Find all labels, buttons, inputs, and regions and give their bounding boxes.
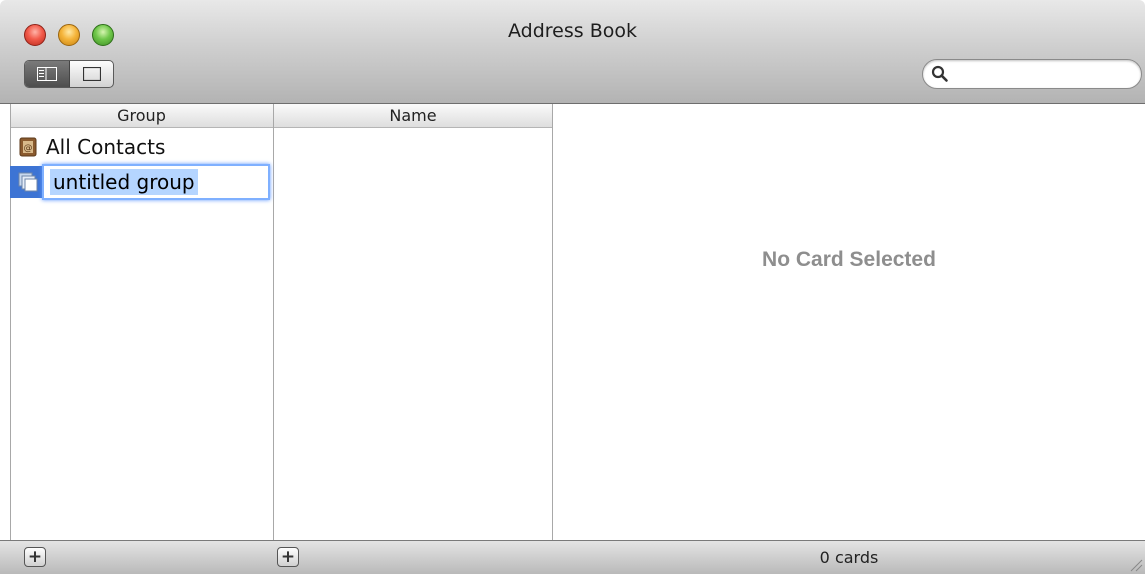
group-icon xyxy=(18,172,38,192)
view-mode-segmented-control xyxy=(24,60,114,88)
address-book-icon: @ xyxy=(19,137,37,157)
svg-text:@: @ xyxy=(24,144,33,154)
add-group-button[interactable]: + xyxy=(24,547,46,567)
group-item-all-contacts[interactable]: @ All Contacts xyxy=(10,131,272,163)
pane-divider[interactable] xyxy=(552,104,553,540)
name-column-header: Name xyxy=(274,104,552,128)
search-icon xyxy=(931,65,948,82)
add-card-button[interactable]: + xyxy=(277,547,299,567)
group-column-header: Group xyxy=(10,104,273,128)
unified-toolbar: Address Book xyxy=(0,0,1145,104)
list-and-card-view-button[interactable] xyxy=(25,61,70,87)
pane-divider[interactable] xyxy=(273,104,274,540)
group-label: All Contacts xyxy=(46,135,166,159)
group-name-edit-field[interactable]: untitled group xyxy=(42,164,270,200)
group-name-editing-text: untitled group xyxy=(50,169,198,195)
window-title: Address Book xyxy=(508,20,637,42)
card-count-status: 0 cards xyxy=(819,548,879,567)
group-item-untitled-group[interactable] xyxy=(10,166,42,198)
resize-grip-icon[interactable] xyxy=(1127,556,1143,572)
card-only-view-button[interactable] xyxy=(70,61,113,87)
no-card-selected-message: No Card Selected xyxy=(762,248,936,271)
card-view-icon xyxy=(83,67,101,81)
search-field[interactable] xyxy=(922,59,1142,89)
columns-view-icon xyxy=(37,67,57,81)
address-book-window: Address Book Group Name @ All Contacts u… xyxy=(0,0,1145,574)
